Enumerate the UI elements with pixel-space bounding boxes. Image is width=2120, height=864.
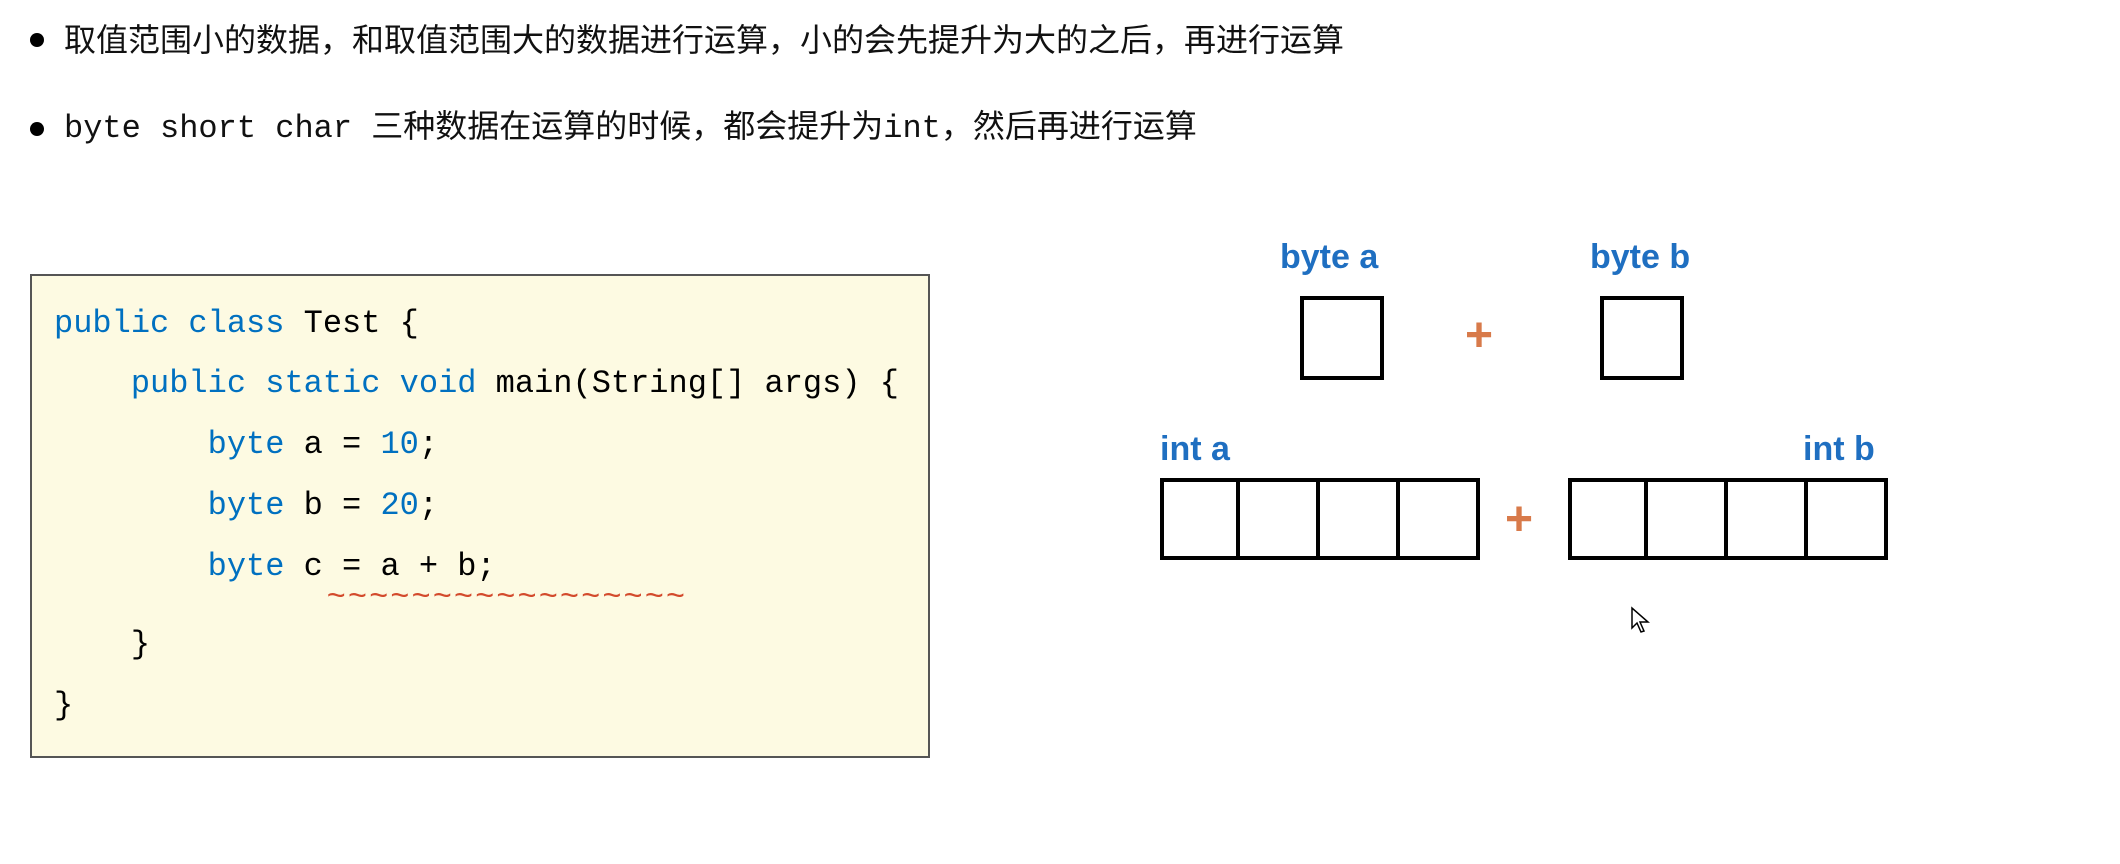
bullet-list: 取值范围小的数据，和取值范围大的数据进行运算，小的会先提升为大的之后，再进行运算… <box>0 0 2120 152</box>
method-name: main <box>496 365 573 402</box>
num-10: 10 <box>380 426 418 463</box>
bullet-dot-icon <box>30 122 44 136</box>
error-underline-icon: ~~~~~~~~~~~~~~~~~ <box>327 588 906 607</box>
int-cell-icon <box>1240 478 1320 560</box>
class-name: Test <box>304 305 381 342</box>
bullet-dot-icon <box>30 33 44 47</box>
label-int-b: int b <box>1803 430 1875 469</box>
code-block: public class Test { public static void m… <box>30 274 930 759</box>
int-cell-icon <box>1400 478 1480 560</box>
kw-byte: byte <box>208 548 285 585</box>
int-b-grid-icon <box>1568 478 1888 560</box>
bullet-text: byte short char 三种数据在运算的时候，都会提升为int，然后再进… <box>64 107 1197 152</box>
brace-open: { <box>400 305 419 342</box>
int-cell-icon <box>1728 478 1808 560</box>
int-cell-icon <box>1320 478 1400 560</box>
num-20: 20 <box>380 487 418 524</box>
semi: ; <box>419 487 438 524</box>
bullet-item: 取值范围小的数据，和取值范围大的数据进行运算，小的会先提升为大的之后，再进行运算 <box>30 18 2120 63</box>
plus-icon: + <box>1465 312 1493 360</box>
var-a-decl: a = <box>304 426 381 463</box>
code-pre-close: } } <box>54 615 906 737</box>
byte-a-box-icon <box>1300 296 1384 380</box>
var-b-decl: b = <box>304 487 381 524</box>
kw-public: public <box>54 305 169 342</box>
byte-int-diagram: byte a byte b + int a int b + <box>1160 238 1900 618</box>
kw-byte: byte <box>208 487 285 524</box>
code-pre: public class Test { public static void m… <box>54 294 906 598</box>
int-cell-icon <box>1808 478 1888 560</box>
label-int-a: int a <box>1160 430 1230 469</box>
kw-void: void <box>400 365 477 402</box>
kw-public: public <box>131 365 246 402</box>
method-sig: (String[] args) { <box>572 365 898 402</box>
bullet-item: byte short char 三种数据在运算的时候，都会提升为int，然后再进… <box>30 107 2120 152</box>
semi: ; <box>419 426 438 463</box>
plus-icon: + <box>1505 496 1533 544</box>
brace-close: } <box>54 687 73 724</box>
byte-b-box-icon <box>1600 296 1684 380</box>
label-byte-b: byte b <box>1590 238 1690 277</box>
brace-close: } <box>131 626 150 663</box>
bullet-text: 取值范围小的数据，和取值范围大的数据进行运算，小的会先提升为大的之后，再进行运算 <box>64 18 1344 63</box>
kw-static: static <box>265 365 380 402</box>
kw-byte: byte <box>208 426 285 463</box>
label-byte-a: byte a <box>1280 238 1378 277</box>
int-cell-icon <box>1648 478 1728 560</box>
cursor-icon <box>1630 606 1652 643</box>
kw-class: class <box>188 305 284 342</box>
int-cell-icon <box>1568 478 1648 560</box>
int-a-grid-icon <box>1160 478 1480 560</box>
int-cell-icon <box>1160 478 1240 560</box>
